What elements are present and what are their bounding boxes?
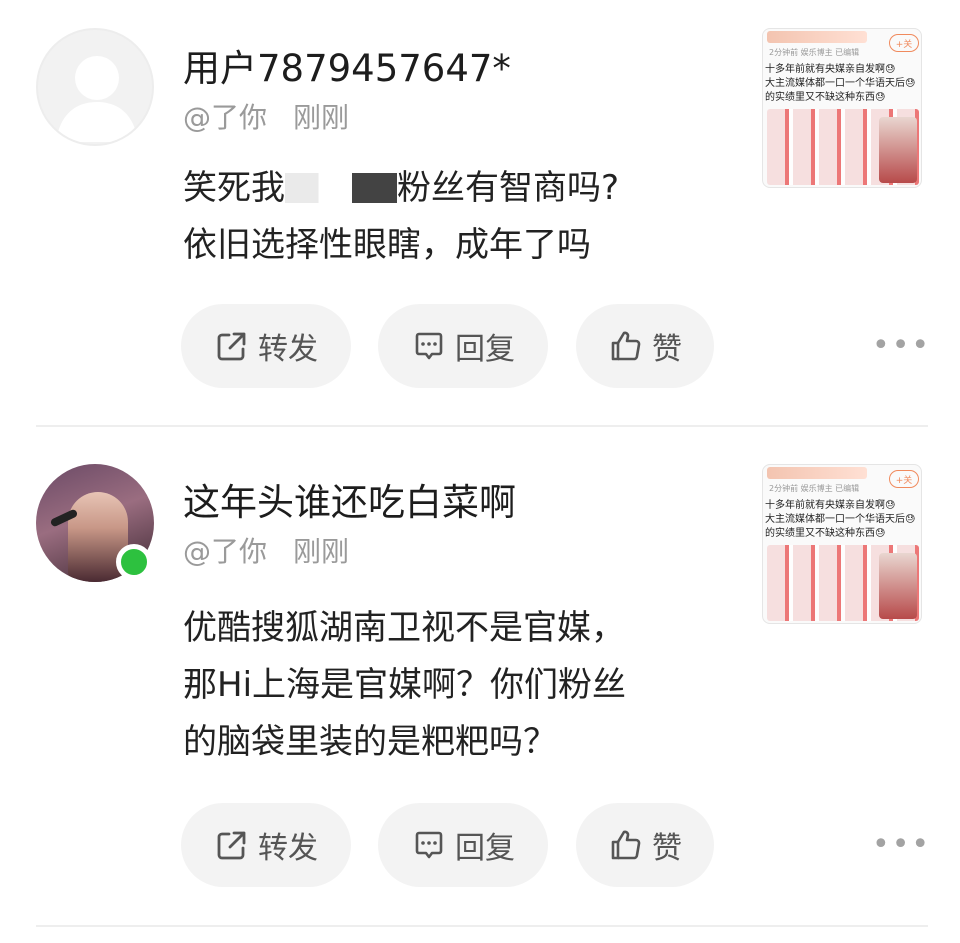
more-icon[interactable]: ••• [872, 827, 931, 862]
thumbnail-text: 十多年前就有央媒亲自发啊😓 大主流媒体都一口一个华语天后😓 的实绩里又不缺这种东… [765, 64, 916, 103]
thumbs-up-icon [611, 830, 641, 860]
repost-button[interactable]: 转发 [181, 304, 351, 388]
comment-meta: @了你 刚刚 [183, 96, 349, 136]
like-label: 赞 [652, 831, 682, 866]
comment-text-line: 优酷搜狐湖南卫视不是官媒， [183, 608, 625, 648]
post-thumbnail[interactable]: +关 2分钟前 娱乐博主 已编辑 十多年前就有央媒亲自发啊😓 大主流媒体都一口一… [762, 28, 922, 188]
redacted-mosaic [285, 173, 397, 203]
avatar[interactable] [36, 28, 154, 146]
repost-icon [217, 831, 246, 860]
thumbnail-follow-button: +关 [889, 470, 919, 488]
comment-text-line: 依旧选择性眼瞎，成年了吗 [183, 225, 591, 265]
comment-text: 优酷搜狐湖南卫视不是官媒， 那Hi上海是官媒啊？你们粉丝 的脑袋里装的是粑粑吗？ [183, 600, 723, 771]
thumbnail-header [767, 467, 867, 479]
thumbnail-text: 十多年前就有央媒亲自发啊😓 大主流媒体都一口一个华语天后😓 的实绩里又不缺这种东… [765, 500, 916, 539]
user-handle[interactable]: @了你 [183, 535, 267, 568]
timestamp: 刚刚 [293, 535, 350, 568]
comment-text-line: 的脑袋里装的是粑粑吗？ [183, 722, 557, 762]
comment-text: 笑死我 粉丝有智商吗? 依旧选择性眼瞎，成年了吗 [183, 160, 723, 274]
thumbnail-header [767, 31, 867, 43]
comment-meta: @了你 刚刚 [183, 530, 349, 570]
thumbnail-photo [879, 553, 917, 619]
divider [36, 925, 928, 927]
repost-label: 转发 [258, 831, 318, 866]
comment-text-line: 笑死我 粉丝有智商吗? [183, 168, 620, 208]
user-handle[interactable]: @了你 [183, 101, 267, 134]
comment-card: 这年头谁还吃白菜啊 @了你 刚刚 优酷搜狐湖南卫视不是官媒， 那Hi上海是官媒啊？… [0, 428, 960, 928]
comment-text-line: 那Hi上海是官媒啊？你们粉丝 [183, 665, 627, 705]
comment-icon [415, 332, 443, 360]
thumbnail-meta: 2分钟前 娱乐博主 已编辑 [769, 484, 860, 493]
reply-button[interactable]: 回复 [378, 803, 548, 887]
reply-button[interactable]: 回复 [378, 304, 548, 388]
thumbnail-follow-button: +关 [889, 34, 919, 52]
comment-card: 用户7879457647* @了你 刚刚 笑死我 粉丝有智商吗? 依旧选择性眼瞎，成… [0, 0, 960, 427]
post-thumbnail[interactable]: +关 2分钟前 娱乐博主 已编辑 十多年前就有央媒亲自发啊😓 大主流媒体都一口一… [762, 464, 922, 624]
divider [36, 425, 928, 427]
timestamp: 刚刚 [293, 101, 350, 134]
more-icon[interactable]: ••• [872, 328, 931, 363]
online-status-icon [116, 544, 152, 580]
username[interactable]: 这年头谁还吃白菜啊 [183, 472, 516, 526]
default-avatar-icon [56, 56, 138, 142]
repost-icon [217, 332, 246, 361]
repost-button[interactable]: 转发 [181, 803, 351, 887]
username[interactable]: 用户7879457647* [183, 38, 511, 92]
comment-icon [415, 831, 443, 859]
thumbnail-photo [879, 117, 917, 183]
like-button[interactable]: 赞 [576, 803, 714, 887]
like-label: 赞 [652, 332, 682, 367]
like-button[interactable]: 赞 [576, 304, 714, 388]
repost-label: 转发 [258, 332, 318, 367]
reply-label: 回复 [455, 332, 515, 367]
reply-label: 回复 [455, 831, 515, 866]
thumbs-up-icon [611, 331, 641, 361]
thumbnail-meta: 2分钟前 娱乐博主 已编辑 [769, 48, 860, 57]
